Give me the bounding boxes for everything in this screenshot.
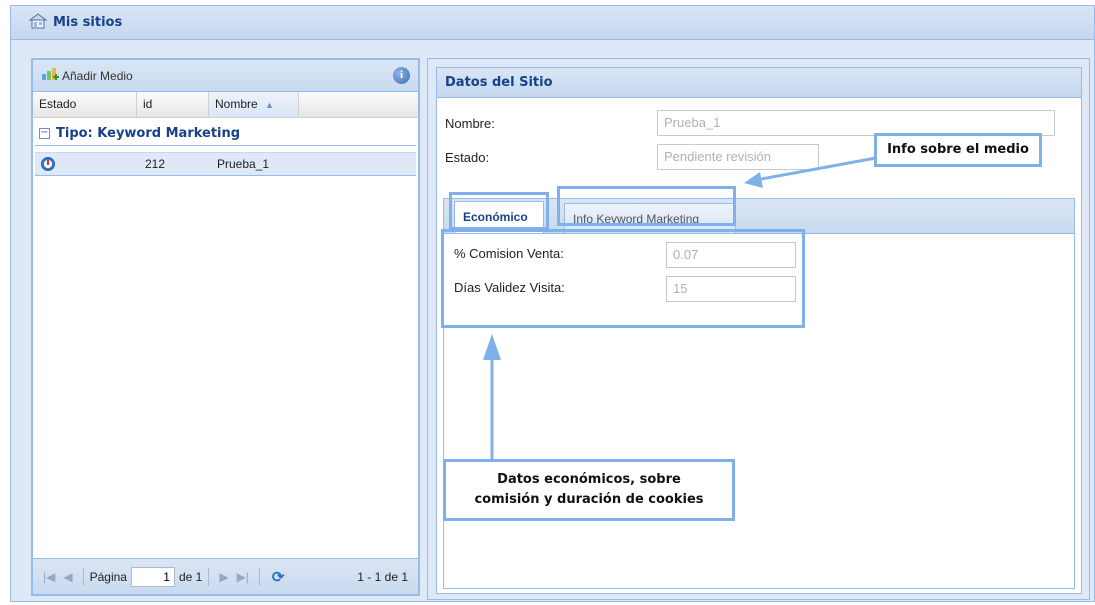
arrow-to-info-tab [744,156,877,188]
annotation-arrows [483,156,877,459]
arrow-to-economic-fields [483,334,501,459]
